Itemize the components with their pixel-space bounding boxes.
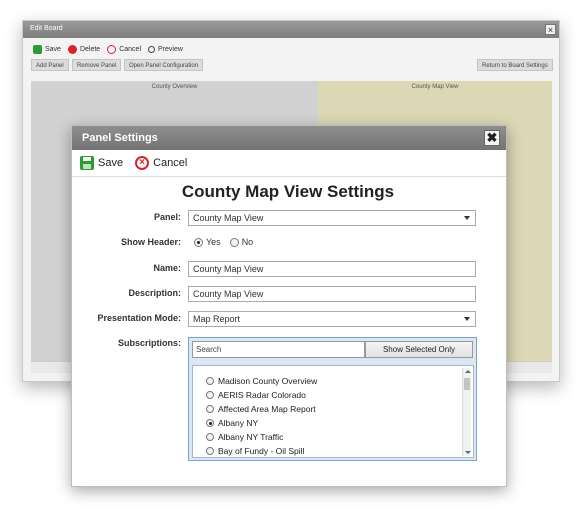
preview-icon <box>148 45 155 53</box>
cancel-button[interactable]: × Cancel <box>135 156 187 170</box>
presentation-mode-select[interactable]: Map Report <box>188 311 476 327</box>
show-header-yes-label: Yes <box>206 237 221 247</box>
presentation-mode-value: Map Report <box>193 314 241 324</box>
edit-board-preview-label: Preview <box>158 45 183 53</box>
edit-board-close-icon[interactable]: × <box>545 24 556 35</box>
list-item[interactable]: Madison County Overview <box>206 375 317 387</box>
save-button[interactable]: Save <box>80 156 123 170</box>
radio-unselected-icon[interactable] <box>206 377 214 385</box>
edit-board-delete-label: Delete <box>79 45 101 53</box>
radio-unselected-icon[interactable] <box>206 391 214 399</box>
board-panel-title: County Overview <box>151 84 198 90</box>
search-input[interactable]: Search <box>192 341 365 358</box>
show-header-no-label: No <box>241 237 254 247</box>
open-panel-configuration-button[interactable]: Open Panel Configuration <box>124 59 204 71</box>
list-item-label: Bay of Fundy - Oil Spill <box>218 446 305 456</box>
add-panel-button[interactable]: Add Panel <box>31 59 69 71</box>
radio-unselected-icon[interactable] <box>229 237 239 247</box>
list-item[interactable]: Albany NY <box>206 417 258 429</box>
scrollbar-thumb[interactable] <box>464 378 470 390</box>
edit-board-preview-button[interactable]: Preview <box>148 45 183 53</box>
scroll-down-icon[interactable] <box>465 451 471 454</box>
edit-board-delete-button[interactable]: Delete <box>67 44 101 54</box>
save-icon <box>80 156 94 170</box>
subscriptions-list[interactable]: Madison County Overview AERIS Radar Colo… <box>192 365 474 458</box>
chevron-down-icon <box>464 216 470 220</box>
scrollbar[interactable] <box>462 368 471 456</box>
list-item[interactable]: Affected Area Map Report <box>206 403 316 415</box>
cancel-label: Cancel <box>153 157 188 169</box>
radio-unselected-icon[interactable] <box>206 433 214 441</box>
list-item-label: Albany NY Traffic <box>218 432 284 442</box>
dialog-toolbar: Save × Cancel <box>80 154 199 172</box>
edit-board-cancel-button[interactable]: Cancel <box>107 44 141 54</box>
list-item-label: Albany NY <box>218 418 259 428</box>
edit-board-toolbar: Save Delete Cancel Preview <box>33 42 190 56</box>
cancel-icon <box>107 44 117 54</box>
list-item[interactable]: Albany NY Traffic <box>206 431 283 443</box>
page-title: County Map View Settings <box>181 182 395 201</box>
show-header-label: Show Header: <box>120 237 181 247</box>
edit-board-save-label: Save <box>45 45 61 53</box>
board-panel-title: County Map View <box>411 84 459 90</box>
show-header-no-option[interactable]: No <box>229 237 254 247</box>
dialog-title: Panel Settings <box>82 132 158 144</box>
return-to-board-settings-button[interactable]: Return to Board Settings <box>477 59 553 71</box>
panel-settings-dialog: Panel Settings ✖ Save × Cancel County Ma… <box>71 125 507 487</box>
panel-select[interactable]: County Map View <box>188 210 476 226</box>
list-item-label: AERIS Radar Colorado <box>218 390 306 400</box>
description-field[interactable]: County Map View <box>188 286 476 302</box>
scroll-up-icon[interactable] <box>465 370 471 373</box>
list-item-label: Affected Area Map Report <box>218 404 316 414</box>
toolbar-divider <box>72 176 506 177</box>
subscriptions-label: Subscriptions: <box>117 338 181 348</box>
edit-board-save-button[interactable]: Save <box>33 44 61 54</box>
cancel-icon: × <box>135 156 150 170</box>
edit-board-panel-actions: Add Panel Remove Panel Open Panel Config… <box>31 59 553 73</box>
show-header-yes-option[interactable]: Yes <box>194 237 221 247</box>
subscriptions-box: Search Show Selected Only Madison County… <box>188 337 477 461</box>
radio-unselected-icon[interactable] <box>206 405 214 413</box>
name-label: Name: <box>153 263 181 273</box>
chevron-down-icon <box>464 317 470 321</box>
delete-icon <box>67 44 77 54</box>
panel-label: Panel: <box>153 212 181 222</box>
edit-board-title: Edit Board <box>30 25 63 32</box>
radio-unselected-icon[interactable] <box>206 447 214 455</box>
name-field[interactable]: County Map View <box>188 261 476 277</box>
save-label: Save <box>98 157 124 169</box>
radio-selected-icon[interactable] <box>194 237 203 247</box>
show-selected-only-button[interactable]: Show Selected Only <box>365 341 473 358</box>
list-item[interactable]: AERIS Radar Colorado <box>206 389 306 401</box>
remove-panel-button[interactable]: Remove Panel <box>72 59 122 71</box>
edit-board-cancel-label: Cancel <box>119 45 141 53</box>
save-icon <box>33 44 42 54</box>
close-icon[interactable]: ✖ <box>484 130 500 146</box>
list-item-label: Madison County Overview <box>218 376 318 386</box>
panel-select-value: County Map View <box>193 213 264 223</box>
edit-board-titlebar: Edit Board × <box>23 21 559 38</box>
presentation-mode-label: Presentation Mode: <box>97 313 181 323</box>
dialog-titlebar: Panel Settings ✖ <box>72 126 506 150</box>
description-label: Description: <box>128 288 181 298</box>
list-item[interactable]: Bay of Fundy - Oil Spill <box>206 445 304 457</box>
radio-selected-icon[interactable] <box>206 419 214 427</box>
show-header-radio-group: Yes No <box>194 236 262 248</box>
